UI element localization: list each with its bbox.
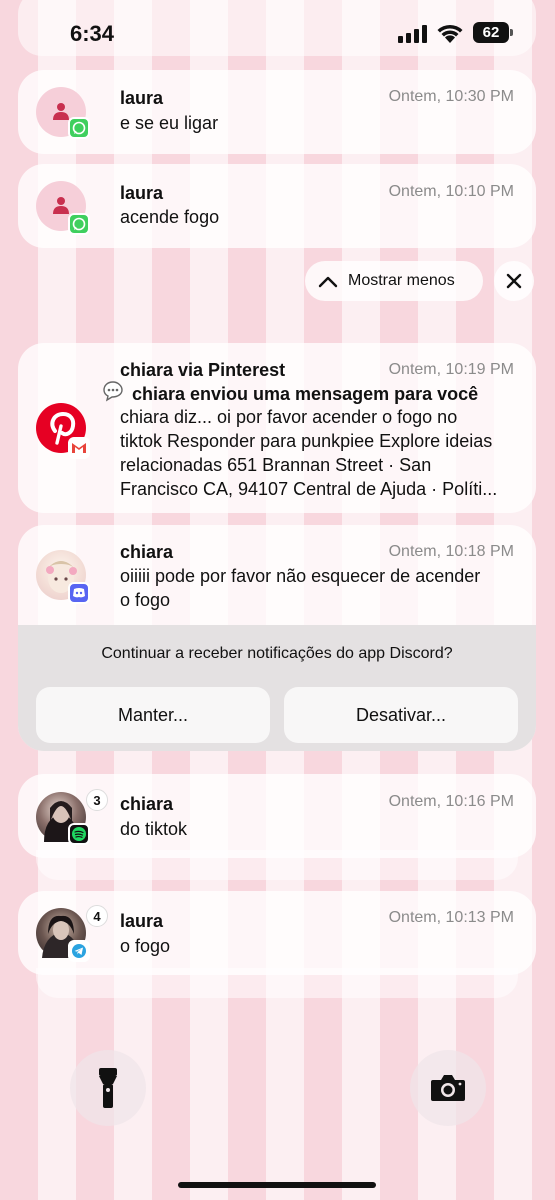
whatsapp-icon (68, 213, 90, 235)
spotify-icon (68, 823, 90, 845)
notification-card-whatsapp-2[interactable]: laura Ontem, 10:10 PM acende fogo (18, 164, 536, 248)
notification-title: laura (120, 183, 164, 203)
notification-card-spotify[interactable]: 3 chiara Ontem, 10:16 PM do tiktok (18, 774, 536, 858)
notification-body-line: tiktok Responder para punkpiee Explore i… (120, 431, 493, 451)
keep-button[interactable]: Manter... (36, 687, 270, 743)
flashlight-button[interactable] (70, 1050, 146, 1126)
notification-time: Ontem, 10:18 PM (388, 543, 514, 560)
person-icon (53, 103, 69, 120)
notification-title: chiara via Pinterest (120, 360, 286, 380)
notification-time: Ontem, 10:10 PM (388, 183, 514, 200)
whatsapp-icon (68, 117, 90, 139)
notification-body-line: chiara diz... oi por favor acender o fog… (120, 407, 458, 427)
discord-icon (68, 582, 90, 604)
notification-body: do tiktok (120, 819, 188, 839)
notification-card-discord[interactable]: chiara Ontem, 10:18 PM oiiiii pode por f… (18, 525, 536, 751)
chevron-up-icon (318, 276, 338, 288)
home-indicator[interactable] (178, 1182, 376, 1188)
notification-title: laura (120, 911, 164, 931)
notification-body-line: o fogo (120, 590, 171, 610)
notification-body: o fogo (120, 936, 171, 956)
notification-card-whatsapp-1[interactable]: laura Ontem, 10:30 PM e se eu ligar (18, 70, 536, 154)
prompt-text: Continuar a receber notificações do app … (101, 645, 453, 662)
camera-button[interactable] (410, 1050, 486, 1126)
notification-count-badge: 4 (86, 905, 108, 927)
clear-notifications-button[interactable] (494, 261, 534, 301)
notification-title: chiara (120, 794, 174, 814)
status-time: 6:34 (70, 21, 115, 46)
notification-body: acende fogo (120, 207, 220, 227)
disable-button[interactable]: Desativar... (284, 687, 518, 743)
notification-time: Ontem, 10:16 PM (388, 793, 514, 810)
speech-bubble-icon (103, 381, 123, 402)
notification-title: laura (120, 88, 164, 108)
notification-card-pinterest[interactable]: chiara via Pinterest Ontem, 10:19 PM chi… (18, 343, 536, 513)
cellular-signal-icon (398, 25, 428, 43)
notification-body: e se eu ligar (120, 113, 219, 133)
show-less-label: Mostrar menos (348, 272, 455, 289)
telegram-icon (68, 940, 90, 962)
show-less-button[interactable]: Mostrar menos (305, 261, 483, 301)
notification-body-line: oiiiii pode por favor não esquecer de ac… (120, 566, 481, 586)
gmail-icon (68, 437, 90, 459)
camera-icon (431, 1075, 465, 1101)
battery-indicator: 62 (473, 22, 513, 43)
notification-settings-prompt: Continuar a receber notificações do app … (18, 625, 536, 751)
notification-time: Ontem, 10:13 PM (388, 909, 514, 926)
status-bar: 6:34 62 (0, 0, 555, 64)
close-icon (506, 273, 522, 289)
notification-body-line: Francisco CA, 94107 Central de Ajuda · P… (120, 479, 498, 499)
person-icon (53, 197, 69, 214)
wifi-icon (437, 24, 463, 43)
notification-card-telegram[interactable]: 4 laura Ontem, 10:13 PM o fogo (18, 891, 536, 975)
notification-subject: chiara enviou uma mensagem para você (132, 384, 479, 404)
notification-time: Ontem, 10:19 PM (388, 361, 514, 378)
notification-body-line: relacionadas 651 Brannan Street · San (120, 455, 432, 475)
notification-time: Ontem, 10:30 PM (388, 88, 514, 105)
notification-count-badge: 3 (86, 789, 108, 811)
flashlight-icon (99, 1068, 117, 1108)
notification-title: chiara (120, 542, 174, 562)
